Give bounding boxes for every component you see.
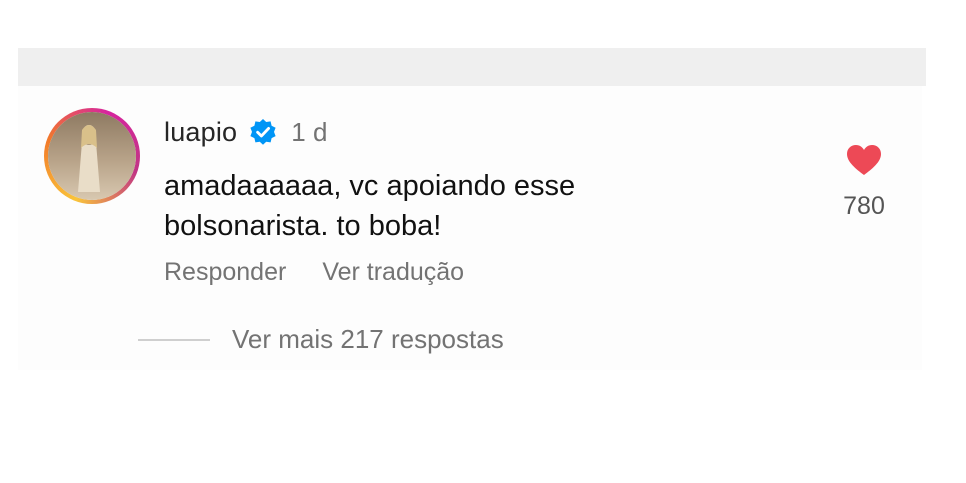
avatar[interactable]	[44, 108, 140, 204]
top-divider-bar	[18, 48, 926, 86]
comment-header: luapio 1 d	[164, 114, 327, 150]
comment-text-line: bolsonarista. to boba!	[164, 210, 442, 242]
comment-text-line: amadaaaaaa, vc apoiando esse	[164, 170, 576, 202]
reply-button[interactable]: Responder	[164, 258, 286, 287]
verified-badge-icon	[250, 119, 276, 145]
comment-text: amadaaaaaa, vc apoiando esse bolsonarist…	[164, 166, 784, 246]
screenshot-frame: luapio 1 d amadaaaaaa, vc apoiando esse …	[0, 0, 966, 483]
comment-actions: Responder Ver tradução	[164, 258, 464, 287]
comment-timestamp: 1 d	[291, 116, 328, 147]
translate-button[interactable]: Ver tradução	[322, 258, 464, 287]
replies-divider-line	[138, 338, 210, 341]
like-count: 780	[843, 192, 885, 220]
person-silhouette-icon	[78, 125, 100, 192]
like-container: 780	[832, 144, 896, 221]
view-more-replies-button[interactable]: Ver mais 217 respostas	[138, 324, 504, 355]
heart-icon[interactable]	[846, 144, 882, 176]
avatar-photo	[48, 112, 136, 200]
username[interactable]: luapio	[164, 117, 237, 148]
view-more-replies-label: Ver mais 217 respostas	[232, 324, 504, 354]
